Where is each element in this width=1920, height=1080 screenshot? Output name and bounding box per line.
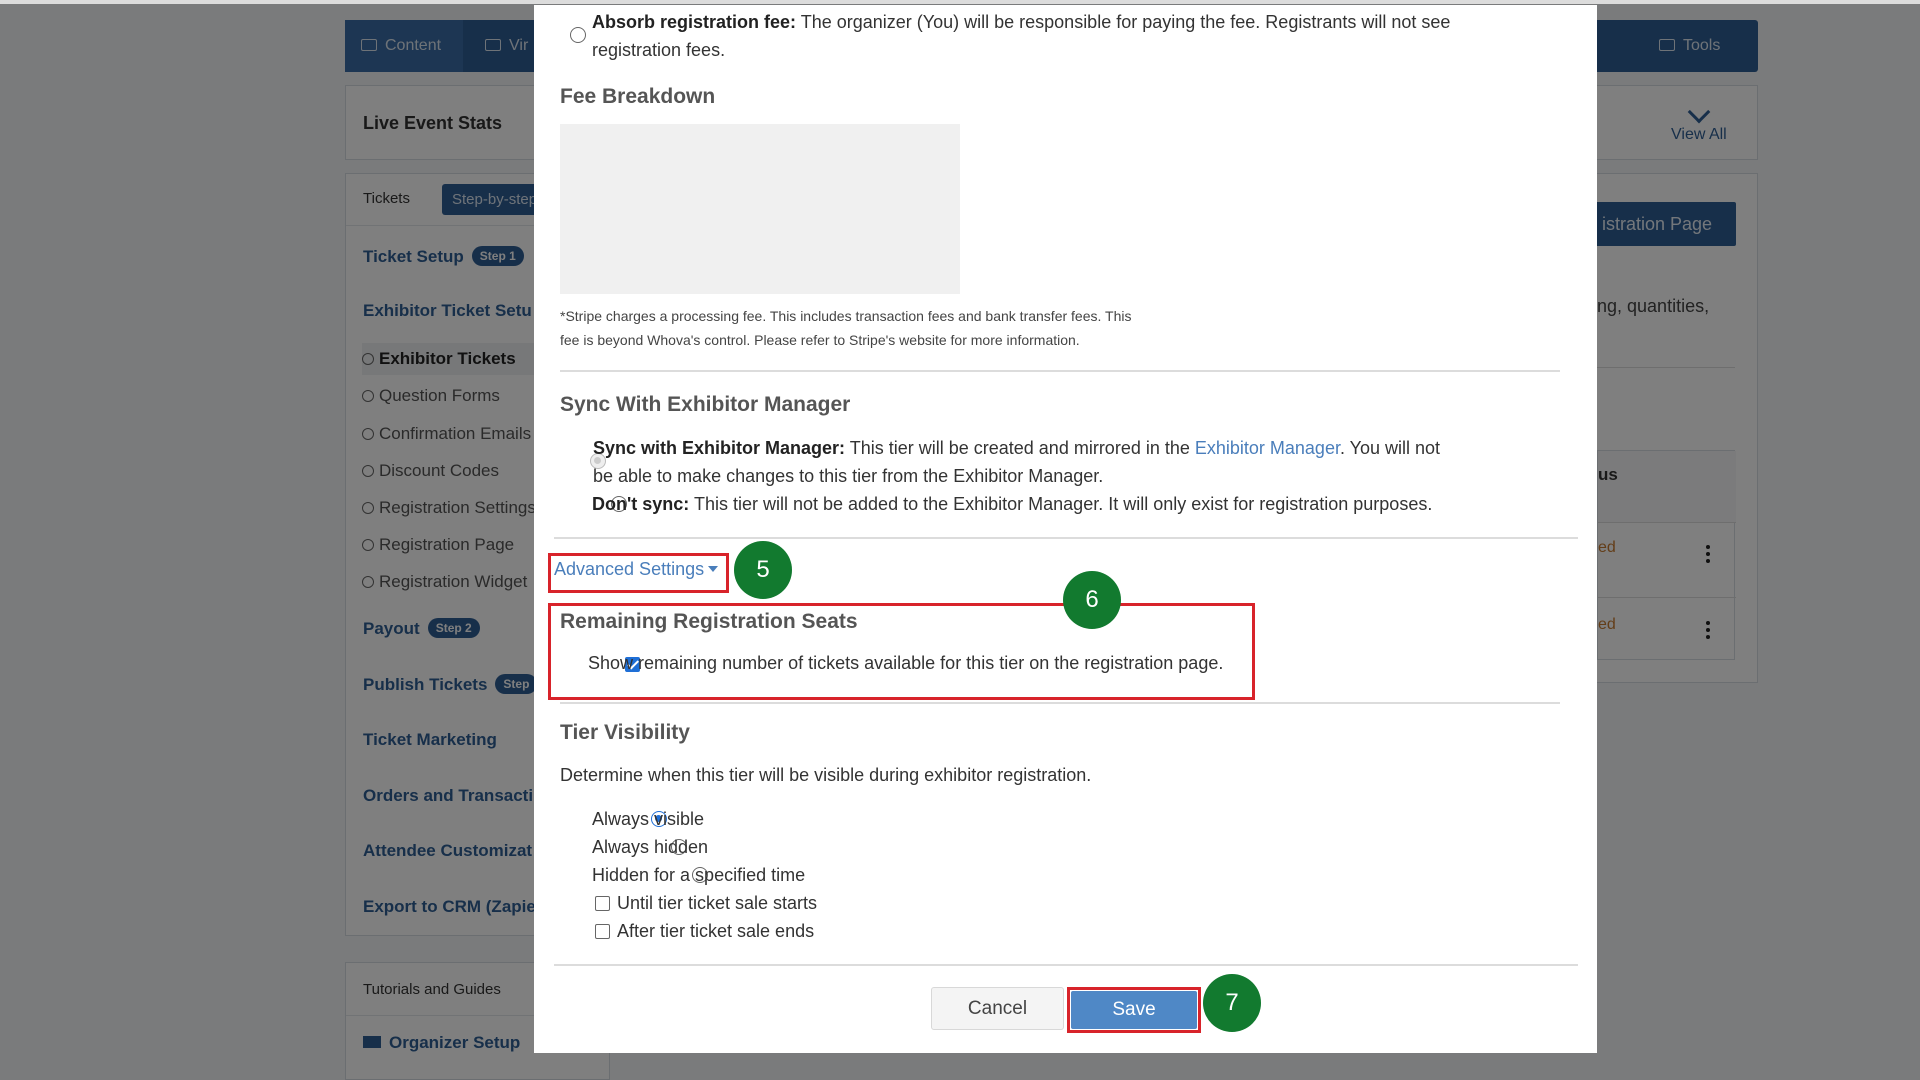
- hidden-specified-time-label: Hidden for a specified time: [592, 865, 806, 885]
- tier-visibility-description: Determine when this tier will be visible…: [560, 765, 1092, 785]
- absorb-fee-radio[interactable]: [570, 27, 586, 43]
- absorb-fee-option: Absorb registration fee: The organizer (…: [592, 12, 1451, 32]
- stripe-note-line1: *Stripe charges a processing fee. This i…: [560, 308, 1132, 324]
- dont-sync-option: Don't sync: This tier will not be added …: [592, 494, 1433, 514]
- divider: [560, 702, 1560, 704]
- absorb-fee-option-line2: registration fees.: [592, 40, 726, 60]
- cancel-button[interactable]: Cancel: [931, 987, 1064, 1030]
- highlight-box-save: [1067, 987, 1201, 1033]
- step-marker-7: 7: [1203, 974, 1261, 1032]
- step-marker-6: 6: [1063, 571, 1121, 629]
- sync-section-title: Sync With Exhibitor Manager: [560, 393, 851, 416]
- exhibitor-manager-link[interactable]: Exhibitor Manager: [1195, 438, 1340, 458]
- after-sale-ends-label: After tier ticket sale ends: [617, 921, 815, 941]
- divider: [560, 370, 1560, 372]
- sync-option-line2: be able to make changes to this tier fro…: [593, 466, 1104, 486]
- highlight-box-advanced: [548, 553, 729, 593]
- divider: [554, 537, 1578, 539]
- remaining-seats-label: Show remaining number of tickets availab…: [588, 653, 1224, 673]
- until-sale-starts-checkbox[interactable]: [595, 896, 610, 911]
- after-sale-ends-checkbox[interactable]: [595, 924, 610, 939]
- always-hidden-label: Always hidden: [592, 837, 709, 857]
- divider: [554, 964, 1578, 966]
- always-visible-label: Always visible: [592, 809, 705, 829]
- tier-visibility-title: Tier Visibility: [560, 721, 690, 744]
- until-sale-starts-label: Until tier ticket sale starts: [617, 893, 818, 913]
- stripe-note-line2: fee is beyond Whova's control. Please re…: [560, 332, 1080, 348]
- step-marker-5: 5: [734, 541, 792, 599]
- sync-option: Sync with Exhibitor Manager: This tier w…: [593, 438, 1441, 458]
- fee-breakdown-title: Fee Breakdown: [560, 85, 716, 108]
- edit-tier-modal: Absorb registration fee: The organizer (…: [534, 5, 1597, 1053]
- fee-breakdown-box: [560, 124, 960, 294]
- remaining-seats-title: Remaining Registration Seats: [560, 610, 858, 633]
- top-border: [0, 0, 1920, 4]
